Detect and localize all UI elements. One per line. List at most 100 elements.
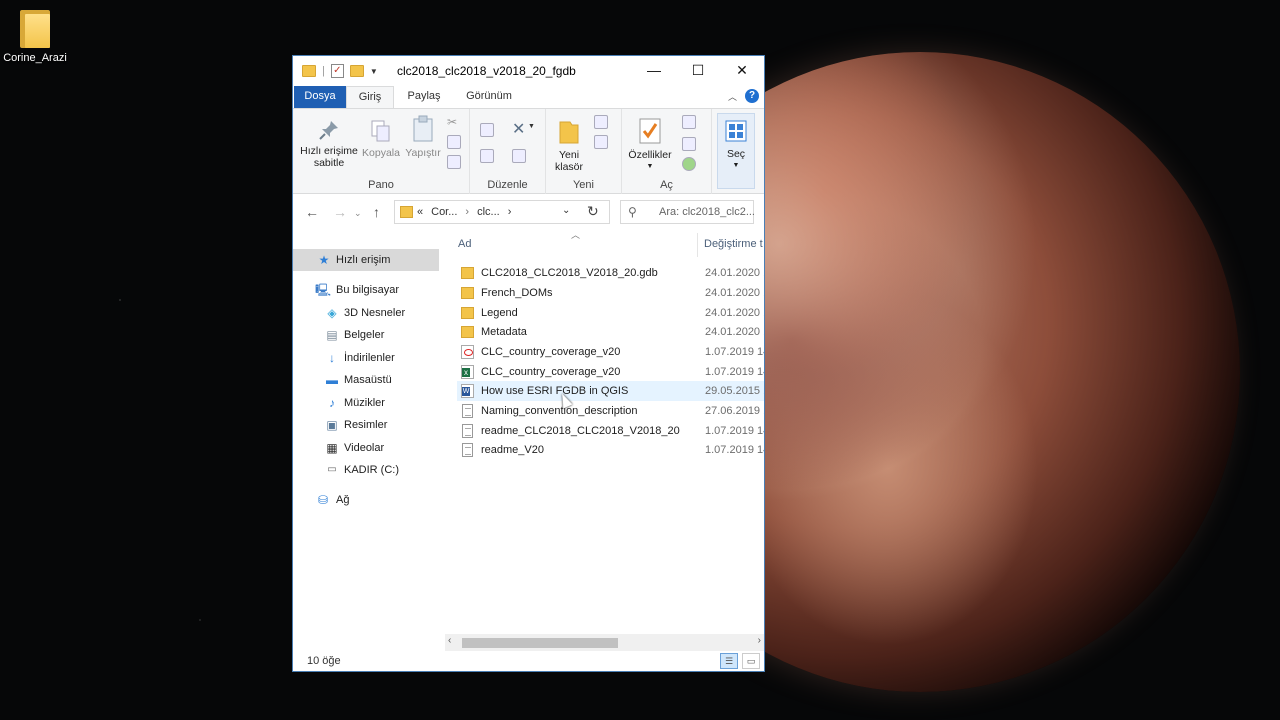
desktop-folder-icon[interactable]: Corine_Arazi	[2, 8, 68, 64]
excel-file-icon	[461, 365, 474, 379]
nav-item-videos[interactable]: ▦ Videolar	[293, 437, 439, 459]
copy-path-icon[interactable]	[447, 135, 461, 149]
text-file-icon	[462, 443, 473, 457]
tab-file[interactable]: Dosya	[294, 86, 346, 108]
new-folder-icon	[559, 121, 579, 144]
group-open: Özellikler ▼ Aç	[622, 109, 712, 194]
drive-icon: ▭	[327, 464, 337, 475]
help-icon[interactable]: ?	[745, 89, 759, 103]
nav-item-quick-access[interactable]: ★ Hızlı erişim	[293, 249, 439, 271]
nav-item-documents[interactable]: ▤ Belgeler	[293, 324, 439, 346]
collapse-ribbon-icon[interactable]: ︿	[728, 90, 737, 103]
group-organize: ✕ ▼ Düzenle	[470, 109, 546, 194]
scrollbar-thumb[interactable]	[462, 638, 618, 648]
select-button[interactable]: Seç ▼	[717, 113, 755, 189]
copy-button[interactable]: Kopyala	[361, 119, 401, 159]
breadcrumb-separator[interactable]: ›	[508, 206, 512, 218]
edit-icon[interactable]	[682, 137, 696, 151]
delete-dropdown-icon[interactable]: ▼	[528, 123, 535, 130]
address-field[interactable]: « Cor... › clc... › ⌄ ↻	[394, 200, 610, 224]
new-folder-quick-icon[interactable]	[349, 65, 364, 77]
easy-access-icon[interactable]	[594, 135, 608, 149]
nav-item-music[interactable]: ♪ Müzikler	[293, 392, 439, 414]
large-icons-view-icon[interactable]: ▭	[742, 653, 760, 669]
address-dropdown-icon[interactable]: ⌄	[562, 205, 570, 216]
nav-item-this-pc[interactable]: 🖳 Bu bilgisayar	[293, 279, 439, 301]
video-icon: ▦	[326, 441, 338, 455]
breadcrumb-item[interactable]: Cor...	[431, 206, 457, 218]
horizontal-scrollbar[interactable]: ‹ ›	[445, 634, 764, 651]
tab-home[interactable]: Giriş	[346, 86, 394, 109]
pin-icon	[319, 121, 338, 140]
breadcrumb-overflow[interactable]: «	[417, 206, 423, 218]
close-button[interactable]: ✕	[720, 56, 764, 86]
new-item-icon[interactable]	[594, 115, 608, 129]
nav-item-network[interactable]: ⛁ Ağ	[293, 489, 439, 511]
list-item[interactable]: Naming_convention_description 27.06.2019…	[457, 401, 764, 421]
properties-quick-icon[interactable]: ✓	[330, 64, 344, 78]
column-header-name[interactable]: Ad	[458, 238, 471, 250]
list-item[interactable]: CLC_country_coverage_v20 1.07.2019 14	[457, 342, 764, 362]
pin-quick-access-button[interactable]: Hızlı erişime sabitle	[299, 119, 359, 169]
nav-item-3d-objects[interactable]: ◈ 3D Nesneler	[293, 302, 439, 324]
word-file-icon	[461, 384, 474, 398]
group-label-open: Aç	[660, 179, 673, 191]
pdf-file-icon	[461, 345, 474, 359]
properties-button[interactable]: Özellikler ▼	[626, 117, 674, 173]
search-input[interactable]: ⚲ Ara: clc2018_clc2...	[620, 200, 754, 224]
list-item[interactable]: Metadata 24.01.2020 1	[457, 322, 764, 342]
nav-item-desktop[interactable]: ▬ Masaüstü	[293, 369, 439, 391]
recent-dropdown-icon[interactable]: ⌄	[354, 208, 362, 219]
minimize-button[interactable]: —	[632, 56, 676, 86]
text-file-icon	[462, 424, 473, 438]
copy-to-icon[interactable]	[480, 149, 494, 163]
copy-icon	[371, 120, 390, 142]
group-label-new: Yeni	[572, 179, 594, 191]
desktop: Corine_Arazi | ✓ ▼ clc2018_clc2018_v2018…	[0, 0, 1280, 720]
group-label-clipboard: Pano	[368, 179, 394, 191]
address-bar-row: ← → ⌄ ↑ « Cor... › clc... › ⌄ ↻ ⚲ Ara: c…	[293, 195, 764, 231]
list-item[interactable]: French_DOMs 24.01.2020 1	[457, 283, 764, 303]
select-grid-icon	[725, 120, 747, 142]
delete-icon[interactable]: ✕	[512, 119, 525, 139]
customize-toolbar-chevron-icon[interactable]: ▼	[370, 67, 378, 76]
status-bar: 10 öğe ☰ ▭	[293, 651, 764, 671]
cut-icon[interactable]: ✂	[447, 115, 461, 129]
maximize-button[interactable]: ☐	[676, 56, 720, 86]
group-new: Yeni klasör Yeni	[546, 109, 622, 194]
list-item[interactable]: readme_V20 1.07.2019 14	[457, 440, 764, 460]
download-icon: ↓	[329, 351, 335, 365]
tab-view[interactable]: Görünüm	[459, 86, 519, 108]
nav-item-drive-c[interactable]: ▭ KADIR (C:)	[293, 459, 439, 481]
list-item[interactable]: CLC2018_CLC2018_V2018_20.gdb 24.01.2020 …	[457, 263, 764, 283]
nav-item-pictures[interactable]: ▣ Resimler	[293, 414, 439, 436]
scroll-right-icon[interactable]: ›	[758, 635, 761, 646]
list-item[interactable]: How use ESRI FGDB in QGIS 29.05.2015 1	[457, 381, 764, 401]
back-arrow-icon[interactable]: ←	[305, 204, 319, 220]
open-icon[interactable]	[682, 115, 696, 129]
new-folder-button[interactable]: Yeni klasör	[548, 119, 590, 173]
details-view-icon[interactable]: ☰	[720, 653, 738, 669]
list-item[interactable]: Legend 24.01.2020 1	[457, 303, 764, 323]
list-item[interactable]: readme_CLC2018_CLC2018_V2018_20 1.07.201…	[457, 421, 764, 441]
refresh-icon[interactable]: ↻	[587, 203, 599, 220]
paste-button[interactable]: Yapıştır	[403, 115, 443, 159]
file-list: ︿ Ad Değiştirme t CLC2018_CLC2018_V2018_…	[445, 231, 764, 641]
scroll-left-icon[interactable]: ‹	[448, 635, 451, 646]
forward-arrow-icon[interactable]: →	[333, 204, 347, 220]
tab-share[interactable]: Paylaş	[401, 86, 447, 108]
nav-item-downloads[interactable]: ↓ İndirilenler	[293, 347, 439, 369]
move-to-icon[interactable]	[480, 123, 494, 137]
history-icon[interactable]	[682, 157, 696, 171]
list-item[interactable]: CLC_country_coverage_v20 1.07.2019 14	[457, 362, 764, 382]
ribbon: Hızlı erişime sabitle Kopyala Yapıştır ✂…	[293, 108, 764, 194]
rename-icon[interactable]	[512, 149, 526, 163]
title-bar[interactable]: | ✓ ▼ clc2018_clc2018_v2018_20_fgdb — ☐ …	[293, 56, 764, 86]
up-arrow-icon[interactable]: ↑	[373, 204, 380, 220]
group-clipboard: Hızlı erişime sabitle Kopyala Yapıştır ✂…	[293, 109, 470, 194]
star-icon: ★	[318, 253, 330, 267]
text-file-icon	[462, 404, 473, 418]
paste-shortcut-icon[interactable]	[447, 155, 461, 169]
breadcrumb-item[interactable]: clc...	[477, 206, 500, 218]
column-header-date[interactable]: Değiştirme t	[704, 238, 763, 250]
